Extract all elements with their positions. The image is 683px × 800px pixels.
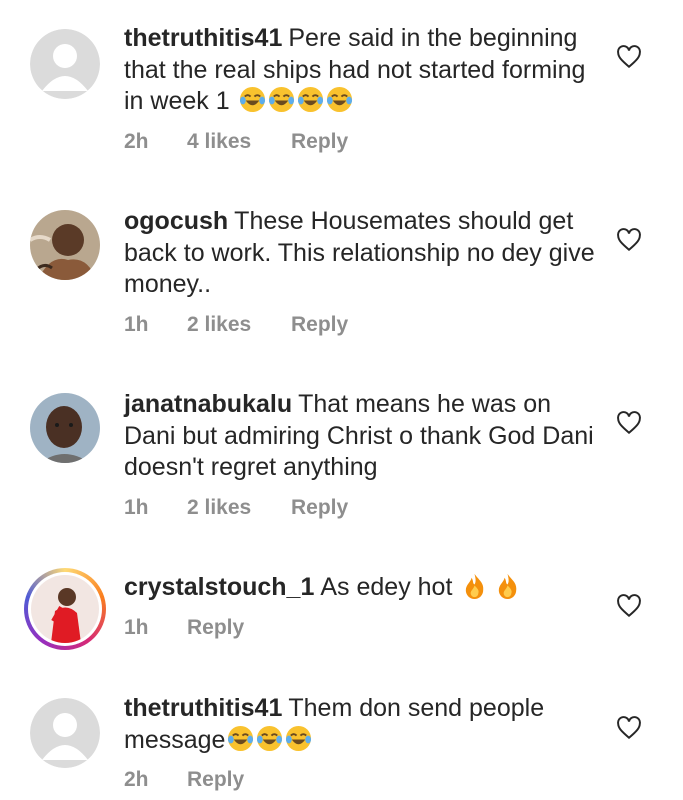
comment-meta: 1h 2 likes Reply bbox=[124, 313, 596, 337]
reply-button[interactable]: Reply bbox=[291, 130, 348, 154]
laughing-tears-emoji bbox=[297, 86, 323, 113]
comment-text: ogocush These Housemates should get back … bbox=[124, 206, 596, 301]
laughing-tears-emoji bbox=[268, 86, 294, 113]
comment-likes[interactable]: 2 likes bbox=[187, 496, 291, 520]
comment-meta: 1h Reply bbox=[124, 616, 596, 640]
heart-outline-icon[interactable] bbox=[616, 228, 642, 252]
comment-username[interactable]: ogocush bbox=[124, 207, 228, 235]
story-ring[interactable] bbox=[24, 568, 106, 650]
comment-text: thetruthitis41 Them don send people messa… bbox=[124, 693, 596, 756]
comment-text: thetruthitis41 Pere said in the beginning… bbox=[124, 23, 596, 118]
comment-time: 2h bbox=[124, 129, 149, 153]
comment-username[interactable]: thetruthitis41 bbox=[124, 694, 282, 722]
comment-time: 1h bbox=[124, 312, 149, 336]
photo-avatar[interactable] bbox=[30, 393, 100, 463]
comment-meta: 2h 4 likes Reply bbox=[124, 130, 596, 154]
reply-button[interactable]: Reply bbox=[187, 768, 244, 792]
reply-button[interactable]: Reply bbox=[291, 496, 348, 520]
reply-button[interactable]: Reply bbox=[187, 616, 244, 640]
heart-outline-icon[interactable] bbox=[616, 716, 642, 740]
heart-outline-icon[interactable] bbox=[616, 45, 642, 69]
fire-emoji bbox=[466, 573, 484, 599]
comment-time: 1h bbox=[124, 615, 149, 639]
laughing-tears-emoji bbox=[239, 86, 265, 113]
comment-time: 2h bbox=[124, 768, 149, 791]
laughing-tears-emoji bbox=[228, 725, 254, 751]
comment-username[interactable]: janatnabukalu bbox=[124, 390, 292, 418]
photo-avatar[interactable] bbox=[30, 210, 100, 280]
default-avatar[interactable] bbox=[30, 698, 100, 768]
comment-username[interactable]: crystalstouch_1 bbox=[124, 573, 314, 601]
heart-outline-icon[interactable] bbox=[616, 411, 642, 435]
comment-message: As edey hot bbox=[320, 573, 453, 601]
comment-text: janatnabukalu That means he was on Dani b… bbox=[124, 389, 596, 484]
comment-meta: 2h Reply bbox=[124, 768, 596, 792]
laughing-tears-emoji bbox=[257, 725, 283, 751]
comment-username[interactable]: thetruthitis41 bbox=[124, 24, 282, 52]
heart-outline-icon[interactable] bbox=[616, 594, 642, 618]
comment-likes[interactable]: 2 likes bbox=[187, 313, 291, 337]
comment-time: 1h bbox=[124, 495, 149, 519]
comment-meta: 1h 2 likes Reply bbox=[124, 496, 596, 520]
comment-likes[interactable]: 4 likes bbox=[187, 130, 291, 154]
story-avatar[interactable] bbox=[31, 575, 99, 643]
reply-button[interactable]: Reply bbox=[291, 313, 348, 337]
comment-text: crystalstouch_1 As edey hot bbox=[124, 572, 596, 604]
laughing-tears-emoji bbox=[326, 86, 352, 113]
default-avatar[interactable] bbox=[30, 29, 100, 99]
fire-emoji bbox=[499, 573, 517, 599]
laughing-tears-emoji bbox=[286, 725, 312, 751]
